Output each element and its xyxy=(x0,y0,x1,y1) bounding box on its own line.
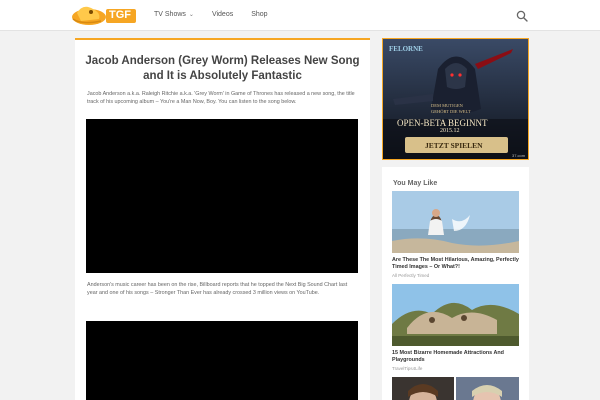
ad-date: 2015.12 xyxy=(440,128,460,134)
nav-item-label: Videos xyxy=(211,11,234,18)
recommended-image[interactable] xyxy=(392,191,519,253)
recommended-source: TravelTips4Life xyxy=(392,366,423,371)
widget-heading: You May Like xyxy=(393,180,438,187)
article-card: Jacob Anderson (Grey Worm) Releases New … xyxy=(75,38,370,400)
recommended-title[interactable]: Are These The Most Hilarious, Amazing, P… xyxy=(392,257,519,271)
you-may-like-widget: You May Like Are These The Most Hilariou… xyxy=(382,167,529,400)
article-title: Jacob Anderson (Grey Worm) Releases New … xyxy=(85,55,360,82)
logo-text: TGF xyxy=(109,9,131,21)
nav-item-videos[interactable]: Videos xyxy=(212,11,233,18)
nav-item-label: TV Shows xyxy=(154,11,186,18)
ad-line2: GEHÖRT DIE WELT xyxy=(431,109,471,114)
nav-item-label: Shop xyxy=(251,11,268,18)
recommended-title[interactable]: 15 Most Bizarre Homemade Attractions And… xyxy=(392,350,519,364)
ad-cta-button[interactable]: JETZT SPIELEN xyxy=(425,141,483,150)
nav-item-tv-shows[interactable]: TV Shows ⌄ xyxy=(154,11,194,18)
recommended-image[interactable] xyxy=(392,284,519,346)
beach-photo xyxy=(392,191,519,253)
search-icon xyxy=(516,10,528,22)
video-player[interactable] xyxy=(86,321,358,400)
article-paragraph: Jacob Anderson a.k.a. Raleigh Ritchie a.… xyxy=(87,91,355,105)
video-player[interactable] xyxy=(86,119,358,273)
article-paragraph: Anderson's music career has been on the … xyxy=(87,282,348,296)
ad-headline: OPEN-BETA BEGINNT xyxy=(397,118,488,128)
nav-item-shop[interactable]: Shop xyxy=(251,11,267,18)
ad-line1: DEM MUTIGEN xyxy=(431,103,463,108)
site-header: TGF TV Shows ⌄ Videos Shop xyxy=(0,0,600,31)
main-nav: TV Shows ⌄ Videos Shop xyxy=(154,11,286,18)
recommended-source: All Perfectly Timed xyxy=(392,273,430,278)
advertisement-banner[interactable]: FELORNE DEM MUTIGEN GEHÖRT DIE WELT OPEN… xyxy=(382,38,529,160)
ad-corner-text: 37.com xyxy=(512,153,526,158)
search-button[interactable] xyxy=(516,9,528,22)
portrait-photo xyxy=(392,377,519,400)
site-logo[interactable]: TGF xyxy=(71,3,139,27)
chevron-down-icon: ⌄ xyxy=(188,12,194,18)
recommended-image[interactable] xyxy=(392,377,519,400)
ad-brand: FELORNE xyxy=(389,45,423,53)
attraction-photo xyxy=(392,284,519,346)
